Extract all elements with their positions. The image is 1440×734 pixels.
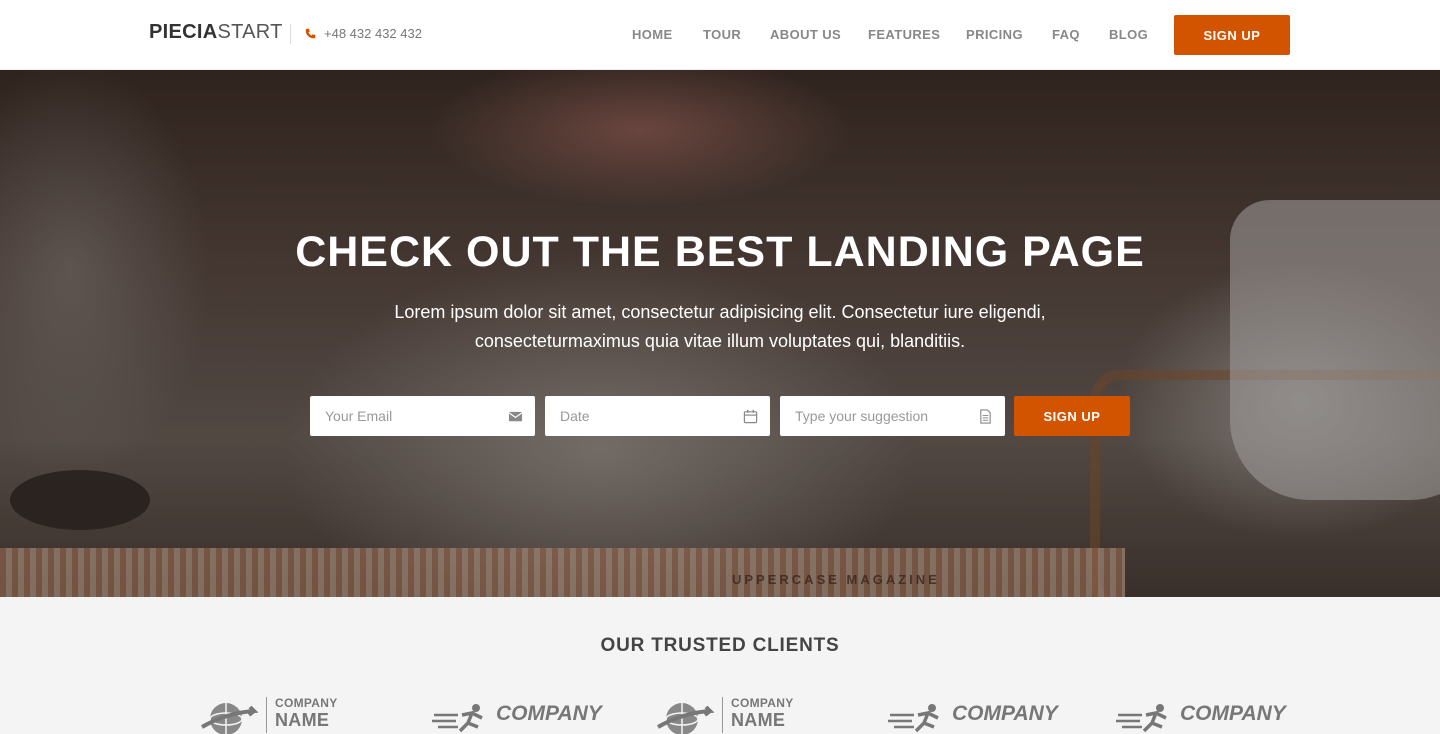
document-icon	[980, 408, 991, 424]
envelope-icon	[508, 411, 523, 421]
hero-title: CHECK OUT THE BEST LANDING PAGE	[295, 228, 1145, 276]
runner-icon	[888, 704, 939, 733]
nav-home[interactable]: HOME	[632, 27, 673, 42]
client-name: COMPANY	[1180, 702, 1286, 725]
calendar-icon	[743, 409, 758, 423]
client-logo[interactable]: COMPANY	[432, 703, 602, 734]
header-phone[interactable]: +48 432 432 432	[305, 26, 422, 41]
site-logo[interactable]: PIECIASTART	[149, 21, 283, 44]
logo-light-text: START	[217, 21, 283, 43]
client-logo-divider	[722, 697, 723, 733]
clients-section: OUR TRUSTED CLIENTS COMPANY NAME COMPANY…	[0, 597, 1440, 734]
client-name-line2: NAME	[275, 710, 330, 730]
suggestion-input[interactable]	[795, 408, 978, 424]
client-name: COMPANY	[496, 702, 602, 725]
header-divider	[290, 24, 291, 44]
client-logo[interactable]: COMPANY	[1116, 703, 1286, 734]
client-logo-divider	[266, 697, 267, 733]
header-signup-button[interactable]: SIGN UP	[1174, 15, 1290, 55]
client-logo[interactable]: COMPANY NAME	[200, 697, 338, 734]
nav-about-us[interactable]: ABOUT US	[770, 27, 841, 42]
email-field[interactable]	[310, 396, 535, 436]
nav-blog[interactable]: BLOG	[1109, 27, 1148, 42]
client-name: COMPANY NAME	[275, 696, 338, 731]
suggestion-field[interactable]	[780, 396, 1005, 436]
globe-arrow-icon	[656, 703, 714, 734]
hero-subtitle: Lorem ipsum dolor sit amet, consectetur …	[394, 302, 1046, 351]
site-header: PIECIASTART +48 432 432 432 HOME TOUR AB…	[0, 0, 1440, 70]
globe-arrow-icon	[200, 703, 258, 734]
runner-icon	[1116, 704, 1167, 733]
email-input[interactable]	[325, 408, 508, 424]
nav-tour[interactable]: TOUR	[703, 27, 741, 42]
phone-number: +48 432 432 432	[324, 26, 422, 41]
nav-pricing[interactable]: PRICING	[966, 27, 1023, 42]
hero-signup-button[interactable]: SIGN UP	[1014, 396, 1130, 436]
client-logo[interactable]: COMPANY	[888, 703, 1058, 734]
client-name-line1: COMPANY	[275, 696, 338, 710]
logo-bold-text: PIECIA	[149, 21, 218, 43]
date-input[interactable]	[560, 408, 743, 424]
hero-section: UPPERCASE MAGAZINE CHECK OUT THE BEST LA…	[0, 70, 1440, 597]
nav-faq[interactable]: FAQ	[1052, 27, 1080, 42]
nav-features[interactable]: FEATURES	[868, 27, 940, 42]
client-name: COMPANY	[952, 702, 1058, 725]
date-field[interactable]	[545, 396, 770, 436]
client-name-line1: COMPANY	[731, 696, 794, 710]
phone-icon	[305, 28, 316, 39]
client-name: COMPANY NAME	[731, 696, 794, 731]
client-name-line2: NAME	[731, 710, 786, 730]
runner-icon	[432, 704, 483, 733]
client-logo[interactable]: COMPANY NAME	[656, 697, 794, 734]
clients-title: OUR TRUSTED CLIENTS	[600, 635, 840, 656]
